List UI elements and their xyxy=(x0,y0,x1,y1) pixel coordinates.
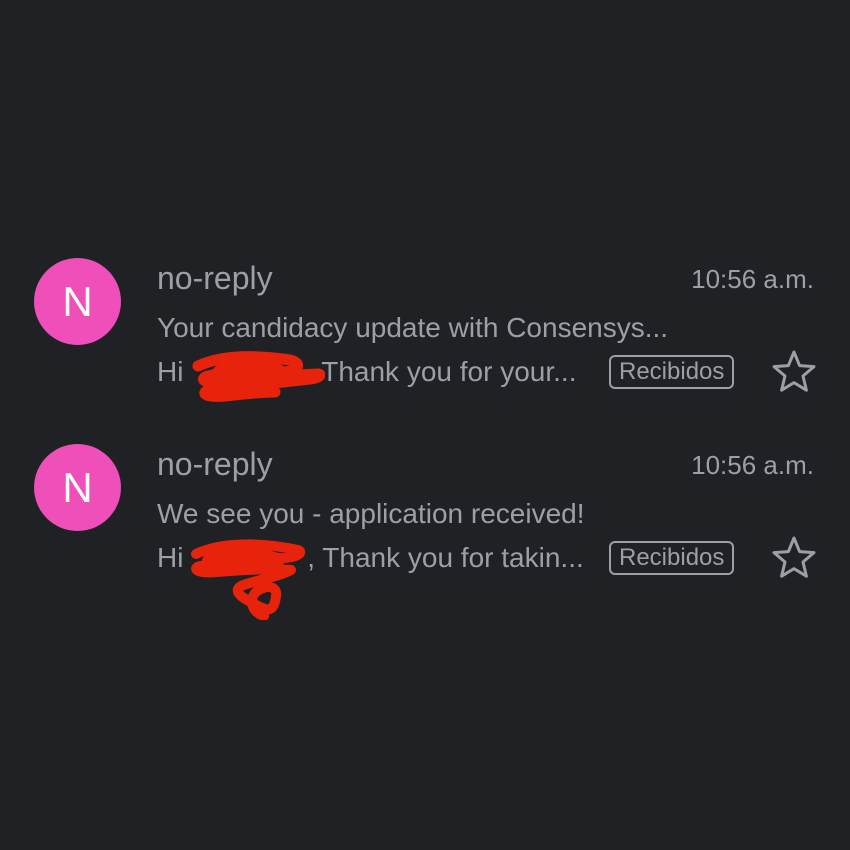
email-subject: We see you - application received! xyxy=(157,498,585,529)
snippet-greeting: Hi xyxy=(157,356,192,387)
sender-avatar: N xyxy=(34,444,121,531)
snippet-greeting: Hi xyxy=(157,542,192,573)
snippet-text: , Thank you for takin... xyxy=(307,542,584,573)
email-row[interactable]: N no-reply 10:56 a.m. We see you - appli… xyxy=(0,444,850,620)
sender-avatar: N xyxy=(34,258,121,345)
email-snippet: Hi Thank you for your... xyxy=(157,352,576,392)
email-subject: Your candidacy update with Consensys... xyxy=(157,312,669,343)
email-time: 10:56 a.m. xyxy=(691,264,814,294)
sender-name: no-reply xyxy=(157,446,273,482)
email-list: N no-reply 10:56 a.m. Your candidacy upd… xyxy=(0,0,850,850)
star-icon[interactable] xyxy=(770,534,818,582)
snippet-text: Thank you for your... xyxy=(321,356,577,387)
star-icon[interactable] xyxy=(770,348,818,396)
label-chip-inbox: Recibidos xyxy=(609,541,735,575)
label-chip-inbox: Recibidos xyxy=(609,355,735,389)
email-row[interactable]: N no-reply 10:56 a.m. Your candidacy upd… xyxy=(0,258,850,418)
email-snippet: Hi , Thank you for takin... xyxy=(157,538,584,578)
sender-name: no-reply xyxy=(157,260,273,296)
email-time: 10:56 a.m. xyxy=(691,450,814,480)
